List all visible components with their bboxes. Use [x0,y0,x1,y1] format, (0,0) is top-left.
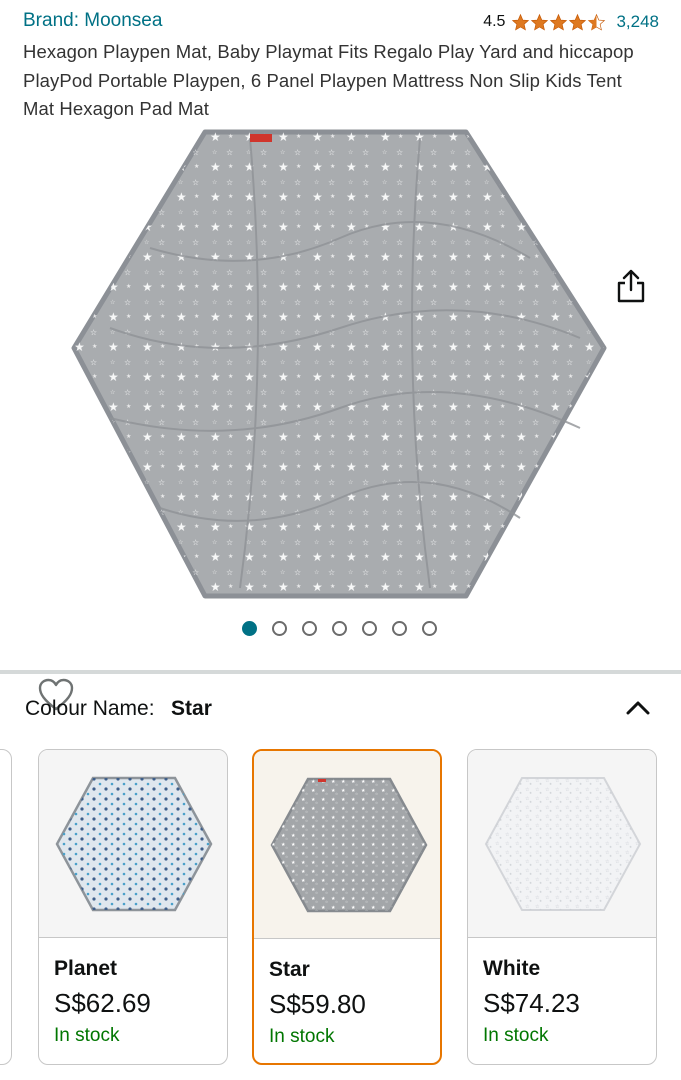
colour-selector-header[interactable]: Colour Name: Star [25,697,651,727]
swatch-image [39,750,227,938]
gallery-dot[interactable] [422,621,437,636]
brand-rating-row: Brand: Moonsea 4.5 3,248 [23,8,659,34]
swatch-stock: In stock [54,1025,120,1046]
rating-summary[interactable]: 4.5 3,248 [483,12,659,32]
brand-tag [250,134,272,142]
swatch-price: S$59.80 [269,989,366,1019]
section-divider [0,670,681,674]
rating-stars [511,13,606,32]
product-title: Hexagon Playpen Mat, Baby Playmat Fits R… [23,41,634,119]
swatch-card-partial[interactable] [0,749,12,1065]
rating-value: 4.5 [483,13,506,30]
swatch-price: S$74.23 [483,988,580,1018]
star-full-icon [569,13,587,31]
star-full-icon [531,13,549,31]
gallery-dot[interactable] [242,621,257,636]
brand-link[interactable]: Brand: Moonsea [23,10,162,32]
chevron-up-icon[interactable] [625,697,651,719]
star-half-icon [588,13,606,31]
swatch-price: S$62.69 [54,988,151,1018]
swatch-image: ★ ☆ [254,751,440,939]
swatch-name: Star [269,958,310,981]
gallery-dot[interactable] [272,621,287,636]
swatch-name: Planet [54,957,118,980]
swatch-image: ☆ ★ [468,750,656,938]
swatch-card-planet[interactable]: Planet S$62.69 In stock [38,749,228,1065]
swatch-card-star[interactable]: ★ ☆ Star S$59.80 In stock [252,749,442,1065]
swatch-stock: In stock [483,1025,549,1046]
swatch-stock: In stock [269,1026,335,1047]
colour-label: Colour Name: [25,697,155,720]
colour-selected-value: Star [171,697,212,720]
product-image-gallery[interactable]: ★ ☆ ★ ☆ [0,128,681,711]
share-icon[interactable] [615,268,647,304]
swatch-name: White [483,957,541,980]
rating-count-link[interactable]: 3,248 [616,12,659,32]
star-full-icon [550,13,568,31]
gallery-pagination [242,621,452,636]
product-main-image[interactable]: ★ ☆ ★ ☆ [70,128,610,618]
gallery-dot[interactable] [302,621,317,636]
gallery-dot[interactable] [332,621,347,636]
star-full-icon [512,13,530,31]
swatch-card-white[interactable]: ☆ ★ White S$74.23 In stock [467,749,657,1065]
gallery-dot[interactable] [392,621,407,636]
gallery-dot[interactable] [362,621,377,636]
